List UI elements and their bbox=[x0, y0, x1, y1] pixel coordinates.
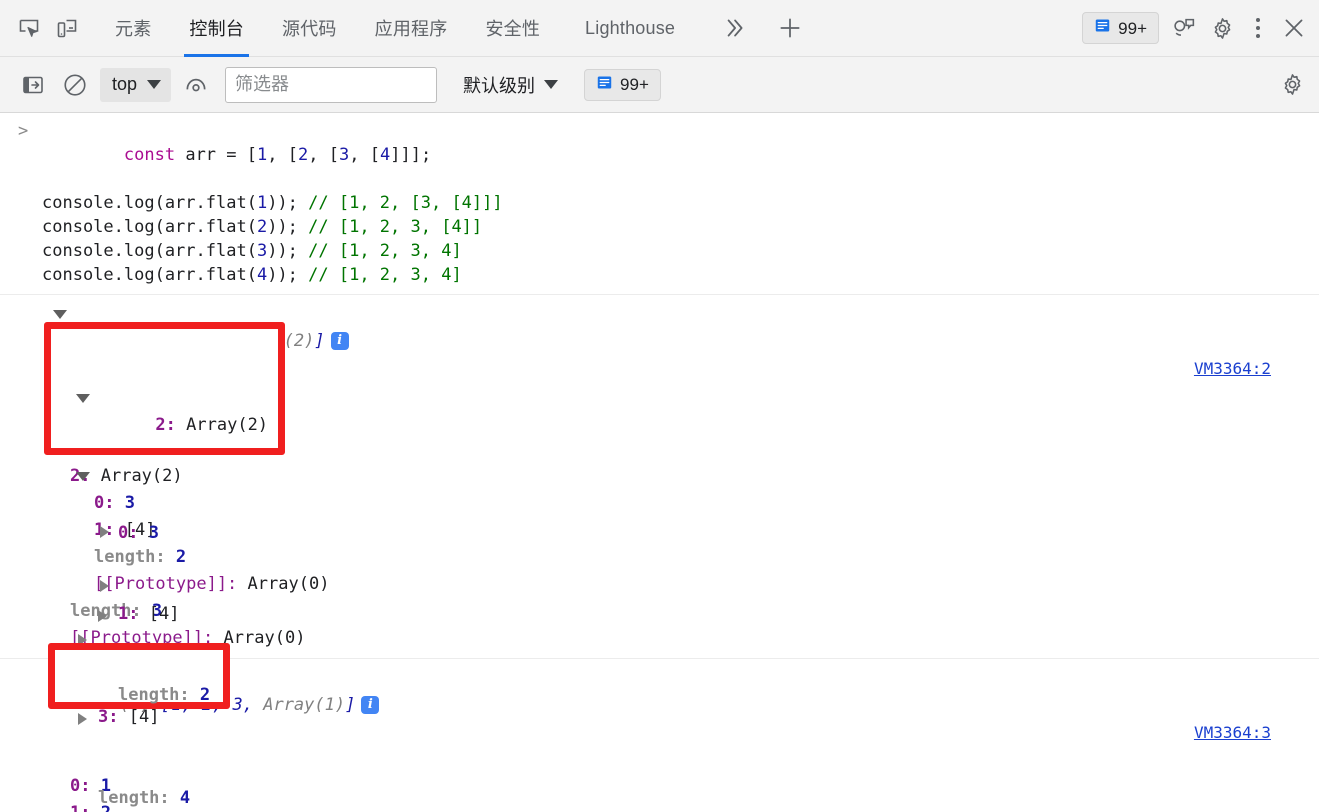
array-preview-sub: Array(1) bbox=[263, 695, 346, 715]
devtools-tabbar: 元素 控制台 源代码 应用程序 安全性 Lighthouse 99+ bbox=[0, 0, 1319, 57]
tab-label: 源代码 bbox=[282, 19, 337, 39]
property-row: 1: 2 bbox=[0, 800, 1319, 812]
device-toolbar-icon[interactable] bbox=[48, 9, 86, 47]
expand-triangle-down-icon[interactable] bbox=[53, 310, 67, 319]
property-value: 3 bbox=[148, 523, 159, 543]
code-line: console.log(arr.flat(1)); // [1, 2, [3, … bbox=[42, 193, 503, 213]
property-key: 1: bbox=[118, 604, 139, 624]
issues-panel-icon bbox=[1094, 17, 1111, 39]
info-icon[interactable]: i bbox=[330, 331, 349, 350]
info-icon[interactable]: i bbox=[361, 695, 380, 714]
issues-count: 99+ bbox=[620, 75, 649, 94]
expand-triangle-right-icon[interactable] bbox=[98, 610, 107, 622]
console-filterbar: top 默认级别 99+ bbox=[0, 57, 1319, 113]
property-key: 3: bbox=[98, 707, 119, 727]
property-value: [4] bbox=[128, 707, 160, 727]
length-key: length: bbox=[98, 788, 170, 808]
length-value: 4 bbox=[179, 788, 191, 808]
property-key: 2: bbox=[155, 415, 176, 435]
source-link[interactable]: VM3364:2 bbox=[1194, 355, 1271, 382]
code-line: console.log(arr.flat(4)); // [1, 2, 3, 4… bbox=[42, 265, 462, 285]
tab-elements[interactable]: 元素 bbox=[96, 0, 170, 57]
execution-context-selector[interactable]: top bbox=[100, 67, 172, 102]
panel-tabs: 元素 控制台 源代码 应用程序 安全性 Lighthouse bbox=[96, 0, 701, 57]
kebab-menu-icon[interactable] bbox=[1241, 9, 1275, 47]
console-input-echo: > const arr = [1, [2, [3, [4]]]; console.… bbox=[0, 113, 1319, 295]
property-key: 0: bbox=[118, 523, 139, 543]
tab-label: 应用程序 bbox=[374, 19, 448, 39]
length-value: 2 bbox=[199, 685, 211, 705]
tab-console[interactable]: 控制台 bbox=[170, 0, 263, 57]
issues-count: 99+ bbox=[1118, 18, 1147, 38]
source-link[interactable]: VM3364:3 bbox=[1194, 719, 1271, 746]
chevron-down-icon bbox=[147, 80, 162, 89]
array-preview-close: ] bbox=[314, 331, 325, 351]
array-preview-close: ] bbox=[345, 695, 356, 715]
console-settings-icon[interactable] bbox=[1273, 66, 1311, 104]
tab-label: 安全性 bbox=[485, 19, 541, 39]
property-value: [4] bbox=[148, 604, 180, 624]
tab-lighthouse[interactable]: Lighthouse bbox=[559, 0, 701, 57]
inspect-element-icon[interactable] bbox=[10, 9, 48, 47]
tab-label: Lighthouse bbox=[585, 17, 676, 38]
filterbar-issues-badge[interactable]: 99+ bbox=[584, 68, 661, 101]
code-line: > const arr = [1, [2, [3, [4]]]; bbox=[18, 121, 432, 165]
chevron-double-right-icon[interactable] bbox=[715, 9, 753, 47]
log-level-selector[interactable]: 默认级别 bbox=[455, 68, 566, 102]
length-row: length: 4 bbox=[64, 785, 190, 812]
annotation-content-2: 3: [4] length: 4 bbox=[64, 650, 190, 812]
console-sidebar-icon[interactable] bbox=[14, 66, 52, 104]
nested-array-header-row[interactable]: 2: Array(2) bbox=[60, 385, 268, 466]
devtools-window: 元素 控制台 源代码 应用程序 安全性 Lighthouse 99+ top 筛… bbox=[0, 0, 1319, 812]
close-icon[interactable] bbox=[1275, 9, 1313, 47]
property-row: 0: 3 bbox=[60, 520, 268, 547]
prompt-arrow-icon: > bbox=[18, 121, 29, 141]
clear-console-icon[interactable] bbox=[56, 66, 94, 104]
code-line: console.log(arr.flat(3)); // [1, 2, 3, 4… bbox=[42, 241, 462, 261]
property-row[interactable]: 1: [4] bbox=[60, 601, 268, 628]
plus-icon[interactable] bbox=[771, 9, 809, 47]
level-label: 默认级别 bbox=[463, 75, 536, 96]
live-expression-icon[interactable] bbox=[177, 66, 215, 104]
filter-input[interactable] bbox=[225, 66, 438, 103]
tab-label: 元素 bbox=[115, 19, 152, 39]
context-label: top bbox=[112, 74, 138, 94]
expand-triangle-right-icon[interactable] bbox=[78, 713, 87, 725]
tab-security[interactable]: 安全性 bbox=[466, 0, 559, 57]
tab-label: 控制台 bbox=[189, 19, 245, 39]
issues-panel-icon bbox=[596, 74, 613, 96]
gear-icon[interactable] bbox=[1203, 9, 1241, 47]
property-row: 0: 1 bbox=[0, 773, 1319, 800]
property-row[interactable]: 3: [4] bbox=[64, 704, 190, 731]
tab-application[interactable]: 应用程序 bbox=[356, 0, 467, 57]
issues-badge-button[interactable]: 99+ bbox=[1082, 12, 1159, 44]
feedback-icon[interactable] bbox=[1165, 9, 1203, 47]
tab-sources[interactable]: 源代码 bbox=[263, 0, 356, 57]
expand-triangle-down-icon[interactable] bbox=[76, 394, 90, 403]
chevron-down-icon bbox=[544, 80, 559, 89]
code-line: console.log(arr.flat(2)); // [1, 2, 3, [… bbox=[42, 217, 483, 237]
property-value: Array(2) bbox=[186, 415, 269, 435]
